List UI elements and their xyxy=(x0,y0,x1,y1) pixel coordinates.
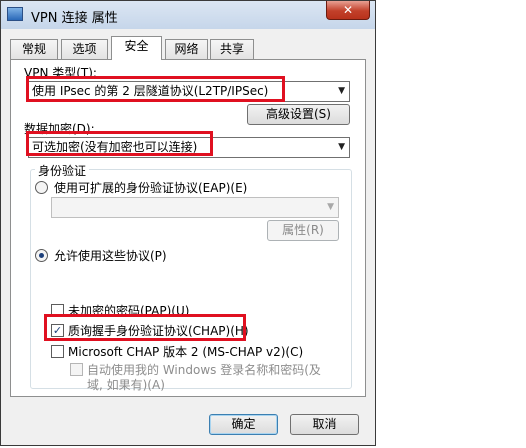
close-icon: ✕ xyxy=(342,3,354,17)
tab-network[interactable]: 网络 xyxy=(165,39,208,59)
chevron-down-icon: ▼ xyxy=(338,86,345,96)
auto-logon-checkbox[interactable] xyxy=(70,363,83,376)
highlight-encryption xyxy=(26,131,213,156)
mschap-v2-checkbox[interactable] xyxy=(51,345,64,358)
network-connection-icon xyxy=(7,7,23,21)
eap-properties-button[interactable]: 属性(R) xyxy=(267,220,339,241)
eap-option-label: 使用可扩展的身份验证协议(EAP)(E) xyxy=(54,181,248,195)
tab-sharing[interactable]: 共享 xyxy=(210,39,254,59)
close-button[interactable]: ✕ xyxy=(326,1,370,20)
auto-logon-label-line2: 域, 如果有)(A) xyxy=(87,378,165,392)
cancel-button[interactable]: 取消 xyxy=(290,414,359,435)
chevron-down-icon: ▼ xyxy=(327,202,334,212)
allow-protocols-radio[interactable] xyxy=(35,249,48,262)
properties-dialog: VPN 连接 属性 ✕ 常规 选项 安全 网络 共享 VPN 类型(T): 使用… xyxy=(0,0,376,446)
tab-security[interactable]: 安全 xyxy=(111,36,162,60)
mschap-v2-label: Microsoft CHAP 版本 2 (MS-CHAP v2)(C) xyxy=(68,345,304,359)
allow-protocols-label: 允许使用这些协议(P) xyxy=(54,249,167,263)
security-tab-panel: VPN 类型(T): 使用 IPsec 的第 2 层隧道协议(L2TP/IPSe… xyxy=(10,59,366,397)
window-title: VPN 连接 属性 xyxy=(31,11,118,26)
authentication-group-label: 身份验证 xyxy=(35,162,90,179)
highlight-chap xyxy=(44,314,246,341)
title-bar[interactable]: VPN 连接 属性 ✕ xyxy=(1,1,375,29)
advanced-settings-button[interactable]: 高级设置(S) xyxy=(247,104,350,125)
highlight-vpn-type xyxy=(26,76,285,102)
tab-options[interactable]: 选项 xyxy=(61,39,108,59)
tab-general[interactable]: 常规 xyxy=(10,39,58,59)
eap-method-select[interactable]: ▼ xyxy=(51,197,339,218)
ok-button[interactable]: 确定 xyxy=(209,414,278,435)
eap-radio[interactable] xyxy=(35,181,48,194)
chevron-down-icon: ▼ xyxy=(338,142,345,152)
